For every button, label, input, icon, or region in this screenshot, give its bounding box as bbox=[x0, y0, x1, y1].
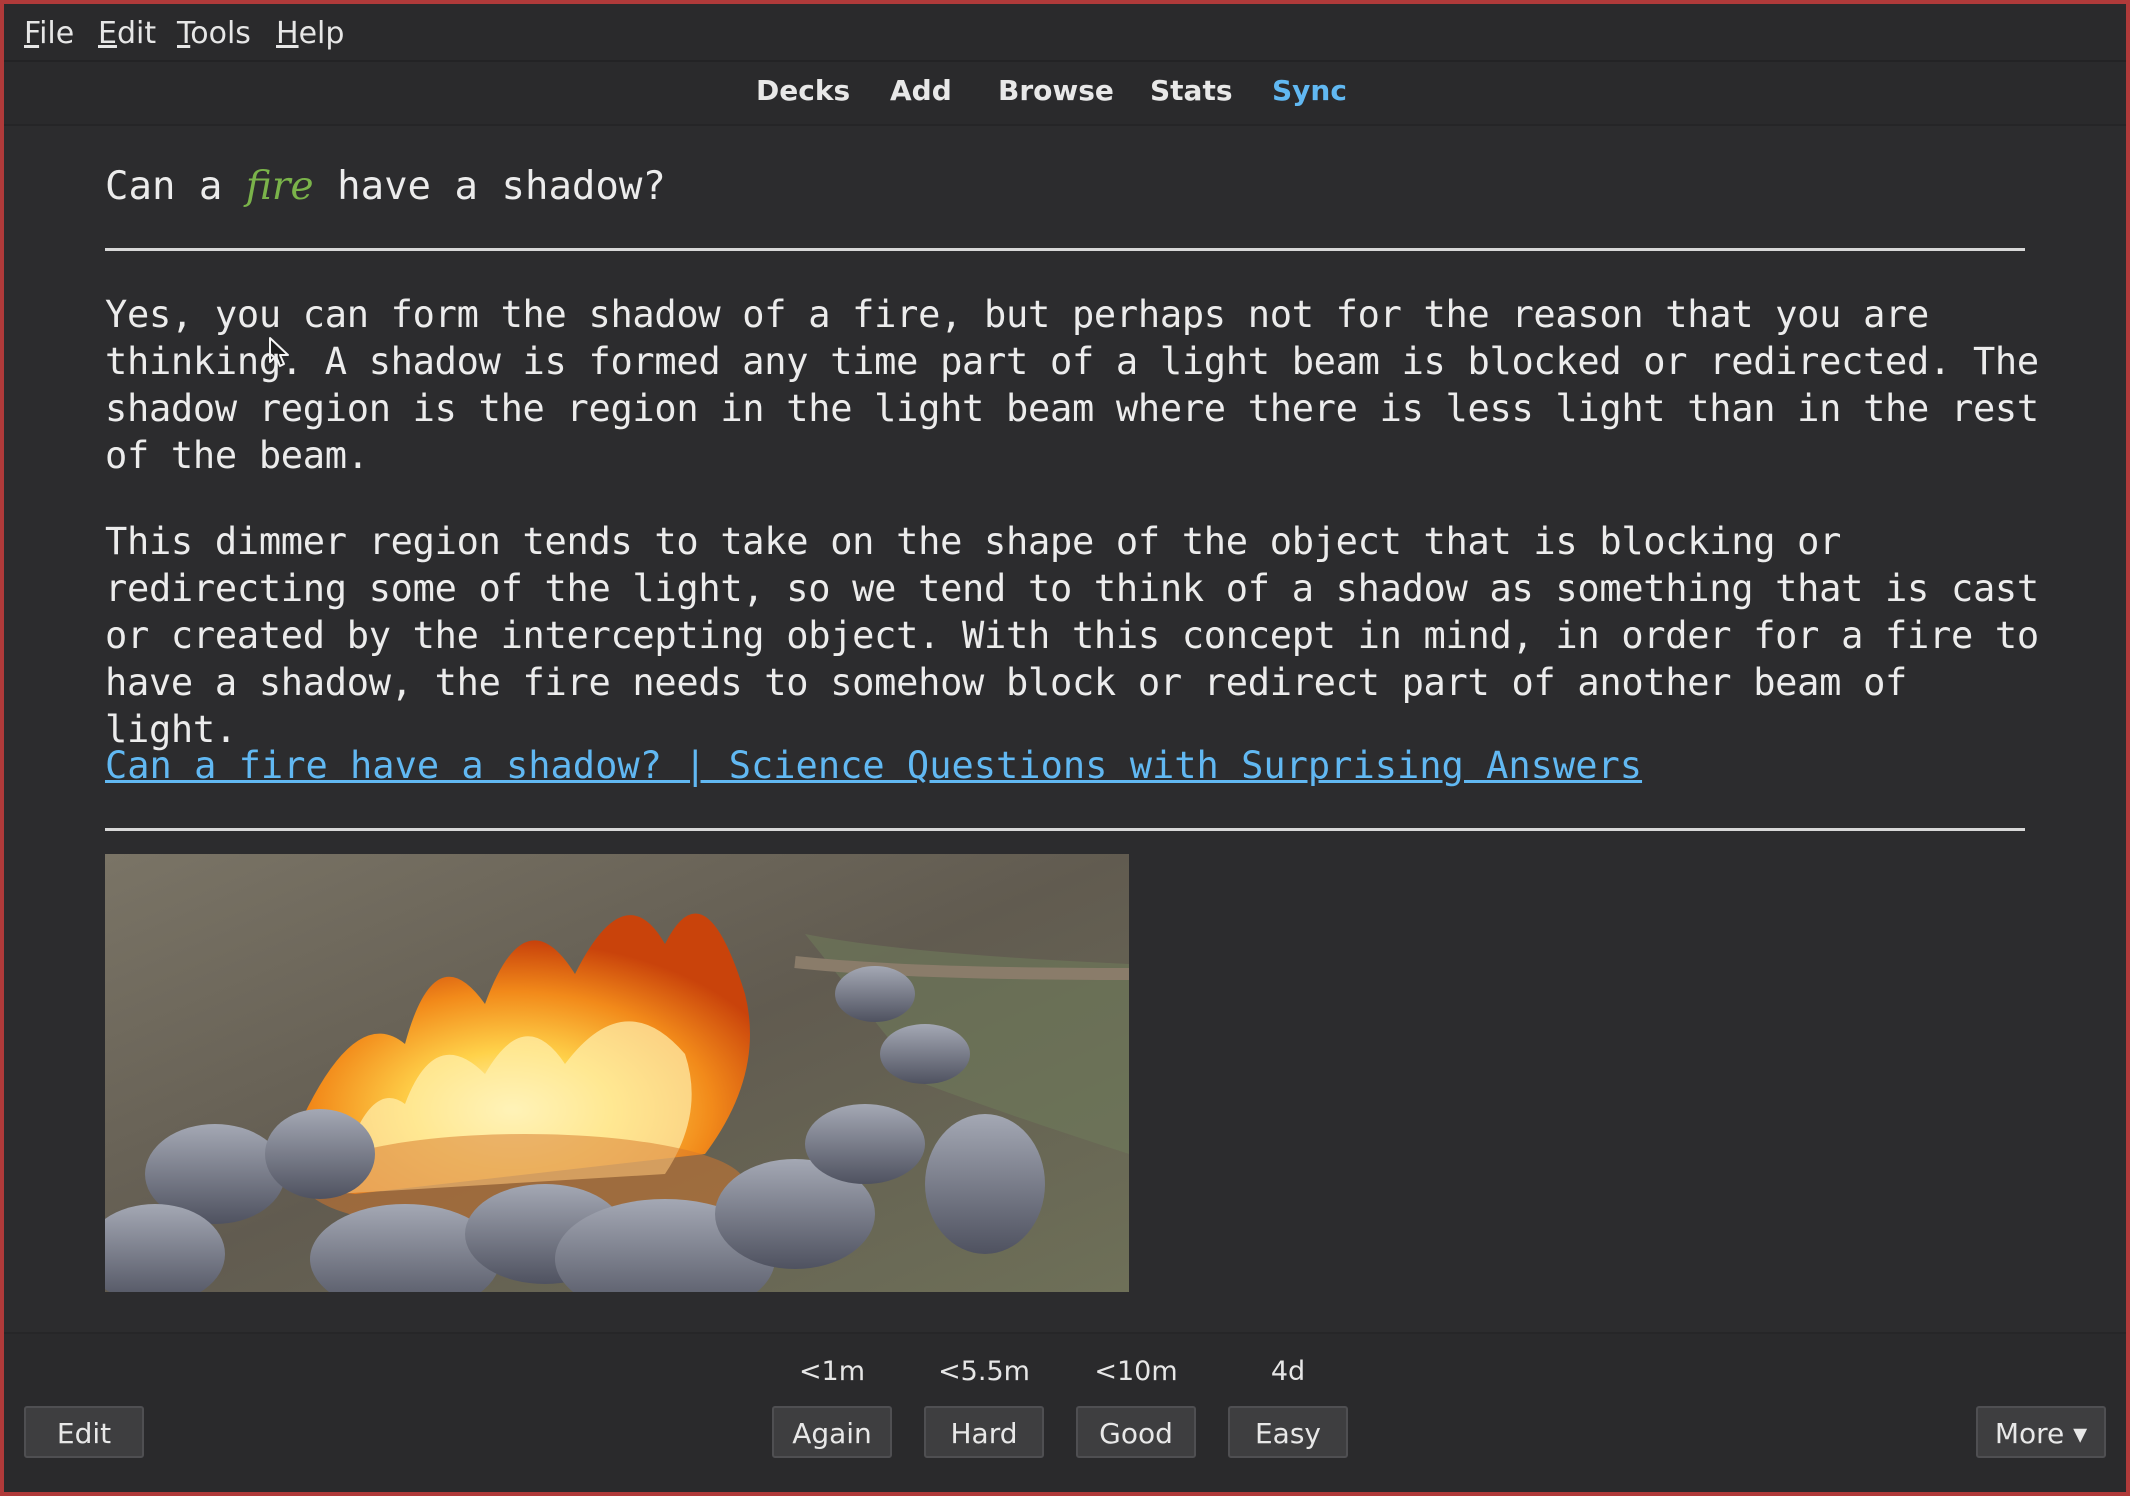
answer-paragraph-1: Yes, you can form the shadow of a fire, … bbox=[105, 293, 2039, 477]
card-view: Can a fire have a shadow? Yes, you can f… bbox=[4, 126, 2126, 1332]
menu-help[interactable]: Help bbox=[276, 16, 344, 51]
answer-paragraph-2: This dimmer region tends to take on the … bbox=[105, 520, 2039, 751]
hard-button[interactable]: Hard bbox=[924, 1406, 1044, 1458]
good-button[interactable]: Good bbox=[1076, 1406, 1196, 1458]
nav-add[interactable]: Add bbox=[890, 74, 952, 107]
review-bar: Edit <1m <5.5m <10m 4d Again Hard Good E… bbox=[4, 1332, 2126, 1492]
hard-interval: <5.5m bbox=[938, 1356, 1030, 1387]
campfire-photo bbox=[105, 854, 1129, 1292]
answer-image-divider bbox=[105, 828, 2025, 831]
easy-interval: 4d bbox=[1270, 1356, 1306, 1387]
menu-edit[interactable]: Edit bbox=[98, 16, 156, 51]
menu-tools[interactable]: Tools bbox=[177, 16, 251, 51]
nav-decks[interactable]: Decks bbox=[756, 74, 850, 107]
menu-bar: File Edit Tools Help bbox=[4, 4, 2126, 62]
main-toolbar: Decks Add Browse Stats Sync bbox=[4, 62, 2126, 126]
question-answer-divider bbox=[105, 248, 2025, 251]
good-interval: <10m bbox=[1094, 1356, 1178, 1387]
nav-stats[interactable]: Stats bbox=[1150, 74, 1233, 107]
again-button[interactable]: Again bbox=[772, 1406, 892, 1458]
card-question: Can a fire have a shadow? bbox=[105, 164, 666, 209]
menu-file[interactable]: File bbox=[24, 16, 74, 51]
nav-sync[interactable]: Sync bbox=[1272, 74, 1347, 107]
more-button[interactable]: More ▾ bbox=[1976, 1406, 2106, 1458]
question-highlight: fire bbox=[245, 164, 314, 209]
again-interval: <1m bbox=[798, 1356, 866, 1387]
source-link[interactable]: Can a fire have a shadow? | Science Ques… bbox=[105, 744, 1642, 787]
easy-button[interactable]: Easy bbox=[1228, 1406, 1348, 1458]
app-window: File Edit Tools Help Decks Add Browse St… bbox=[4, 4, 2126, 1492]
edit-button[interactable]: Edit bbox=[24, 1406, 144, 1458]
nav-browse[interactable]: Browse bbox=[998, 74, 1114, 107]
